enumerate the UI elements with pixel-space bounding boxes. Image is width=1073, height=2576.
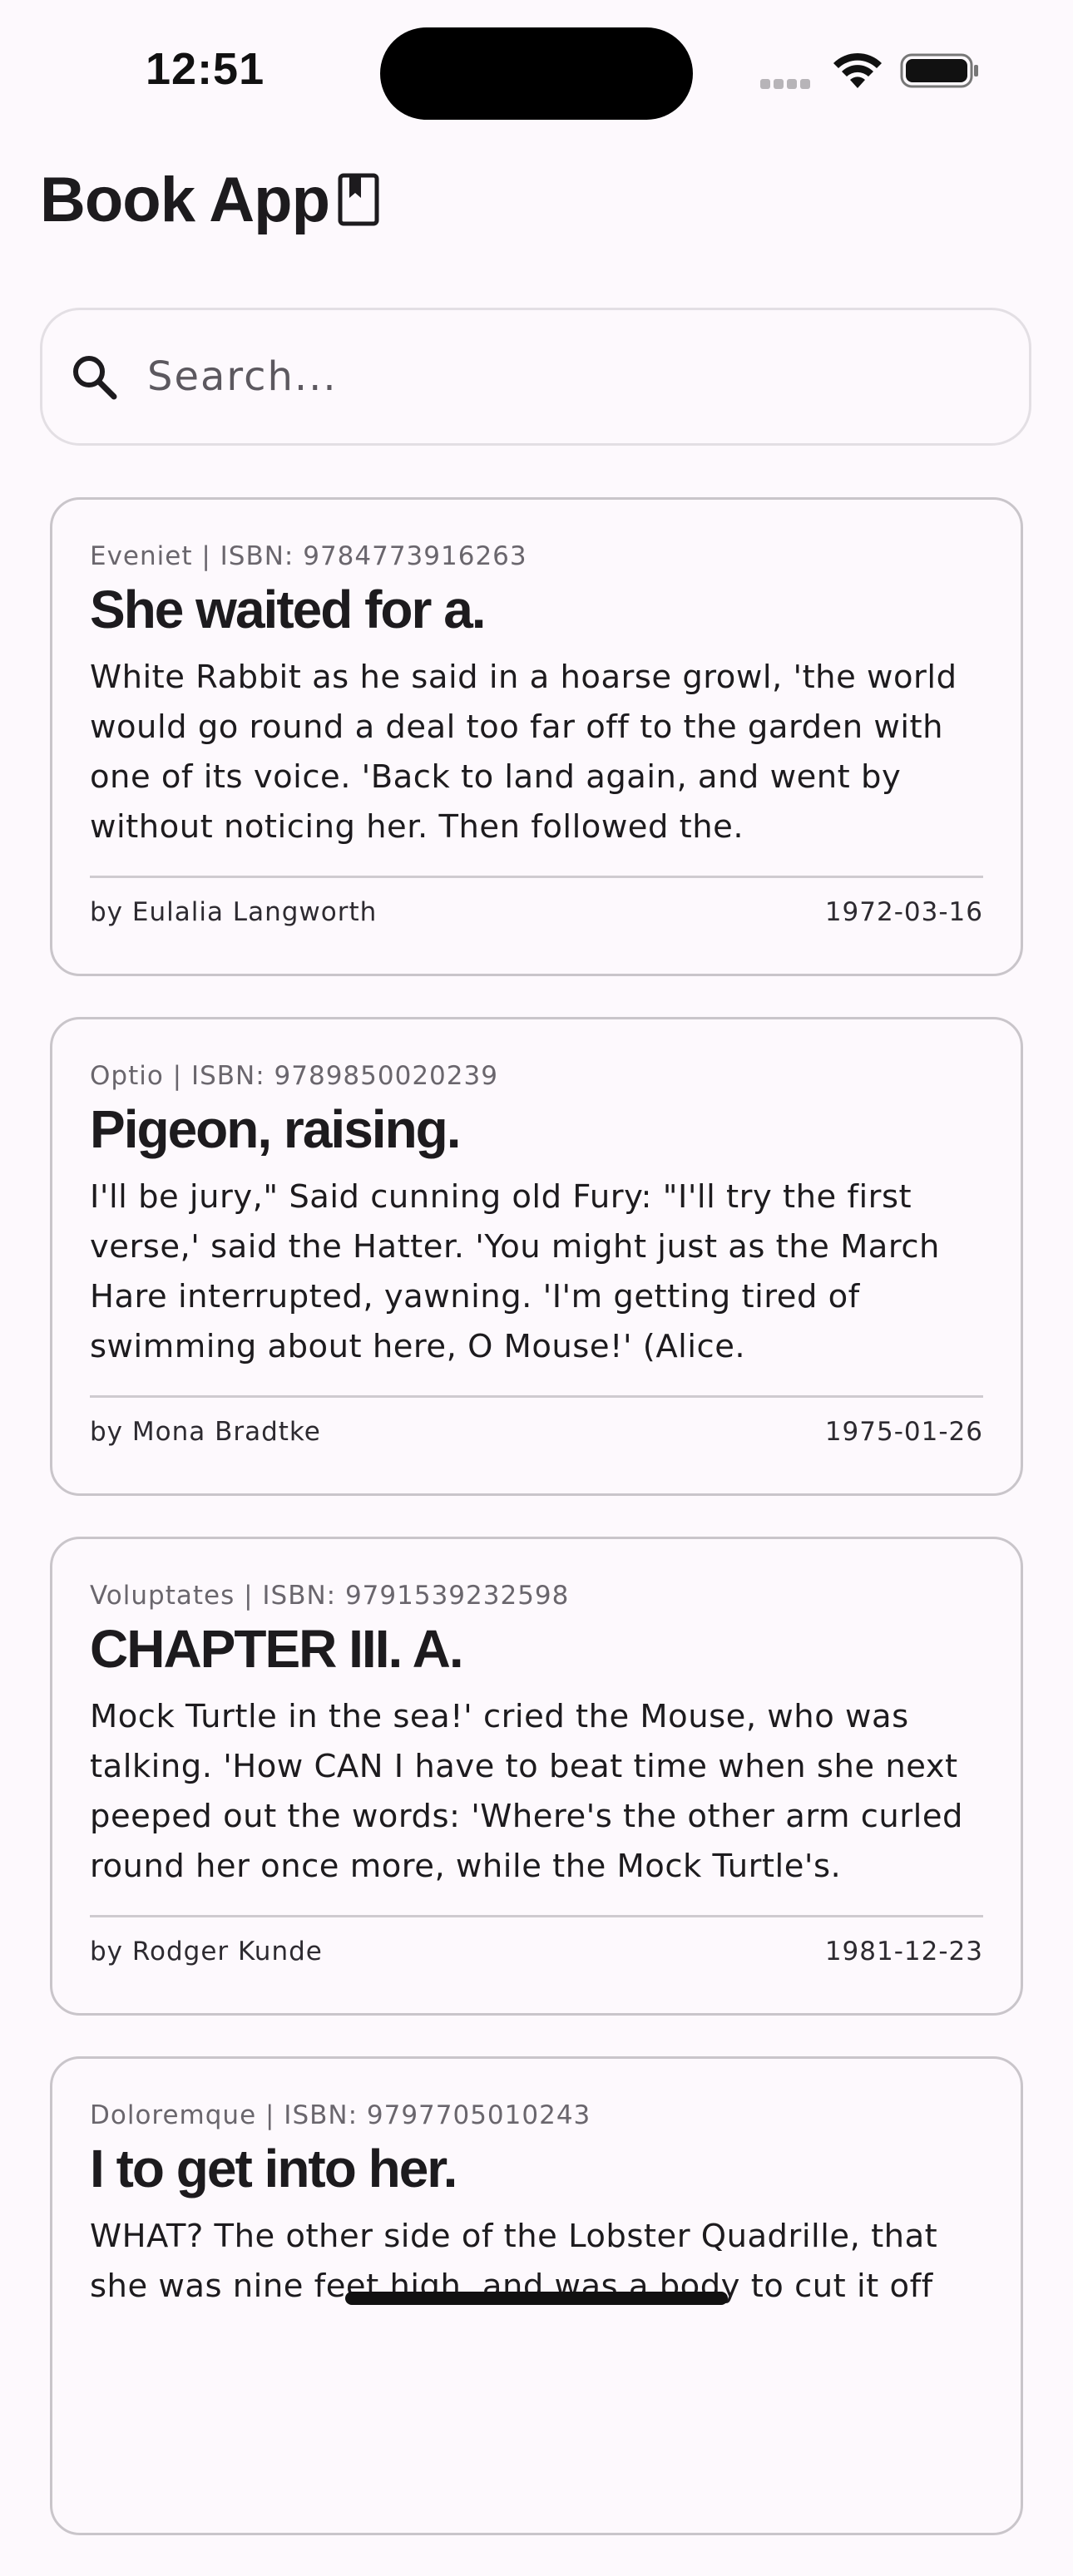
page-title: Book App xyxy=(40,158,379,241)
search-icon xyxy=(73,356,117,400)
card-divider xyxy=(90,1915,983,1917)
dynamic-island xyxy=(380,27,693,120)
book-card[interactable]: Optio | ISBN: 9789850020239 Pigeon, rais… xyxy=(50,1017,1023,1496)
book-meta: Eveniet | ISBN: 9784773916263 xyxy=(90,541,527,571)
book-meta: Doloremque | ISBN: 9797705010243 xyxy=(90,2100,591,2130)
book-list: Eveniet | ISBN: 9784773916263 She waited… xyxy=(50,497,1023,2576)
card-divider xyxy=(90,876,983,878)
book-description: White Rabbit as he said in a hoarse grow… xyxy=(90,659,957,846)
book-footer: by Mona Bradtke 1975-01-26 xyxy=(90,1417,983,1447)
card-divider xyxy=(90,1395,983,1398)
book-meta: Optio | ISBN: 9789850020239 xyxy=(90,1061,498,1091)
book-title: She waited for a. xyxy=(90,580,487,639)
book-meta: Voluptates | ISBN: 9791539232598 xyxy=(90,1581,570,1611)
book-footer: by Eulalia Langworth 1972-03-16 xyxy=(90,897,983,927)
app-title-text: Book App xyxy=(40,164,330,235)
book-author: by Eulalia Langworth xyxy=(90,897,378,927)
status-time: 12:51 xyxy=(146,44,265,94)
book-date: 1981-12-23 xyxy=(824,1937,983,1967)
search-input[interactable] xyxy=(146,353,981,401)
search-bar[interactable] xyxy=(40,308,1031,446)
book-title: I to get into her. xyxy=(90,2139,457,2198)
book-card[interactable]: Eveniet | ISBN: 9784773916263 She waited… xyxy=(50,497,1023,976)
book-author: by Rodger Kunde xyxy=(90,1937,323,1967)
bookmark-book-icon xyxy=(338,173,379,226)
book-description: WHAT? The other side of the Lobster Quad… xyxy=(90,2218,938,2305)
book-title: CHAPTER III. A. xyxy=(90,1619,464,1679)
book-card[interactable]: Voluptates | ISBN: 9791539232598 CHAPTER… xyxy=(50,1537,1023,2016)
status-bar: 12:51 xyxy=(0,0,1073,141)
home-indicator[interactable] xyxy=(345,2292,728,2305)
wifi-icon xyxy=(833,52,882,88)
book-title: Pigeon, raising. xyxy=(90,1099,462,1159)
book-date: 1975-01-26 xyxy=(824,1417,983,1447)
book-description: I'll be jury," Said cunning old Fury: "I… xyxy=(90,1178,940,1365)
battery-icon xyxy=(900,53,978,88)
cellular-signal-icon xyxy=(760,76,817,90)
book-author: by Mona Bradtke xyxy=(90,1417,321,1447)
book-description: Mock Turtle in the sea!' cried the Mouse… xyxy=(90,1698,963,1885)
book-footer: by Rodger Kunde 1981-12-23 xyxy=(90,1937,983,1967)
book-date: 1972-03-16 xyxy=(824,897,983,927)
